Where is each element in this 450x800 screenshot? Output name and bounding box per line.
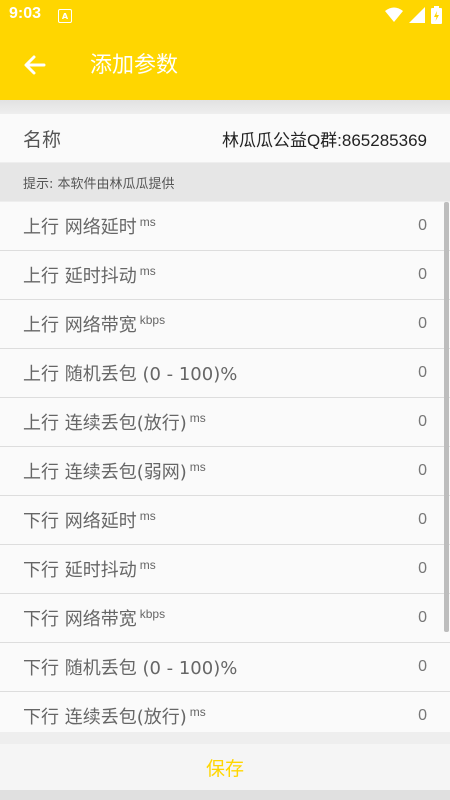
param-row[interactable]: 下行 连续丢包(放行) ms 0	[0, 692, 450, 732]
param-label: 上行 延时抖动 ms	[23, 262, 156, 288]
hint-banner: 提示: 本软件由林瓜瓜提供	[0, 163, 450, 201]
param-row[interactable]: 下行 网络带宽 kbps 0	[0, 594, 450, 643]
param-label: 下行 网络延时 ms	[23, 507, 156, 533]
back-arrow-icon[interactable]	[20, 50, 50, 80]
param-row[interactable]: 上行 连续丢包(弱网) ms 0	[0, 447, 450, 496]
param-label-text: 上行 延时抖动	[23, 266, 137, 287]
app-header: 9:03 A 添加参数	[0, 0, 450, 100]
param-unit: ms	[139, 264, 156, 278]
param-unit: ms	[139, 509, 156, 523]
scrollbar[interactable]	[444, 202, 449, 632]
param-row[interactable]: 下行 随机丢包 (0 - 100)% 0	[0, 643, 450, 692]
status-icons	[385, 6, 442, 24]
status-bar: 9:03 A	[0, 0, 450, 32]
param-label: 下行 网络带宽 kbps	[23, 605, 165, 631]
status-time: 9:03	[9, 5, 42, 22]
param-label: 下行 连续丢包(放行) ms	[23, 703, 206, 729]
param-label-text: 上行 网络带宽	[23, 315, 137, 336]
param-value[interactable]: 0	[418, 315, 427, 333]
header-shadow	[0, 100, 450, 114]
param-label: 上行 网络延时 ms	[23, 213, 156, 239]
param-unit: ms	[139, 558, 156, 572]
param-row[interactable]: 下行 延时抖动 ms 0	[0, 545, 450, 594]
param-value[interactable]: 0	[418, 217, 427, 235]
param-value[interactable]: 0	[418, 364, 427, 382]
param-label: 上行 连续丢包(放行) ms	[23, 409, 206, 435]
param-row[interactable]: 上行 连续丢包(放行) ms 0	[0, 398, 450, 447]
param-value[interactable]: 0	[418, 413, 427, 431]
param-row[interactable]: 上行 延时抖动 ms 0	[0, 251, 450, 300]
param-label: 上行 随机丢包 (0 - 100)%	[23, 360, 237, 386]
param-label-text: 上行 连续丢包(放行)	[23, 413, 187, 434]
param-label-text: 下行 网络带宽	[23, 609, 137, 630]
param-unit: ms	[189, 460, 206, 474]
app-notification-icon: A	[58, 9, 72, 23]
name-value: 林瓜瓜公益Q群:865285369	[221, 130, 427, 150]
param-label: 下行 随机丢包 (0 - 100)%	[23, 654, 237, 680]
param-row[interactable]: 上行 网络延时 ms 0	[0, 202, 450, 251]
param-value[interactable]: 0	[418, 707, 427, 725]
param-list[interactable]: 上行 网络延时 ms 0 上行 延时抖动 ms 0 上行 网络带宽 kbps 0 上行 随机丢包 …	[0, 202, 450, 732]
page-title: 添加参数	[90, 53, 179, 78]
param-value[interactable]: 0	[418, 658, 427, 676]
param-row[interactable]: 下行 网络延时 ms 0	[0, 496, 450, 545]
name-label: 名称	[23, 128, 62, 151]
param-value[interactable]: 0	[418, 462, 427, 480]
save-button-label: 保存	[205, 757, 244, 780]
param-label-text: 上行 随机丢包 (0 - 100)%	[23, 364, 238, 385]
param-label-text: 下行 连续丢包(放行)	[23, 707, 187, 728]
param-unit: kbps	[139, 607, 166, 621]
save-button[interactable]: 保存	[0, 744, 450, 790]
param-label: 上行 网络带宽 kbps	[23, 311, 165, 337]
param-unit: ms	[139, 215, 156, 229]
param-value[interactable]: 0	[418, 266, 427, 284]
hint-text: 提示: 本软件由林瓜瓜提供	[23, 176, 175, 192]
param-label-text: 上行 网络延时	[23, 217, 137, 238]
param-label-text: 下行 随机丢包 (0 - 100)%	[23, 658, 238, 679]
param-row[interactable]: 上行 随机丢包 (0 - 100)% 0	[0, 349, 450, 398]
param-unit: kbps	[139, 313, 166, 327]
param-label: 下行 延时抖动 ms	[23, 556, 156, 582]
param-unit: ms	[189, 705, 206, 719]
battery-icon	[431, 6, 442, 24]
param-unit: ms	[189, 411, 206, 425]
signal-icon	[409, 7, 425, 23]
name-row[interactable]: 名称 林瓜瓜公益Q群:865285369	[0, 114, 450, 162]
param-label-text: 下行 网络延时	[23, 511, 137, 532]
param-value[interactable]: 0	[418, 560, 427, 578]
param-label-text: 上行 连续丢包(弱网)	[23, 462, 187, 483]
param-row[interactable]: 上行 网络带宽 kbps 0	[0, 300, 450, 349]
param-value[interactable]: 0	[418, 609, 427, 627]
bottom-strip	[0, 790, 450, 800]
param-value[interactable]: 0	[418, 511, 427, 529]
wifi-icon	[385, 7, 403, 22]
param-label-text: 下行 延时抖动	[23, 560, 137, 581]
param-label: 上行 连续丢包(弱网) ms	[23, 458, 206, 484]
